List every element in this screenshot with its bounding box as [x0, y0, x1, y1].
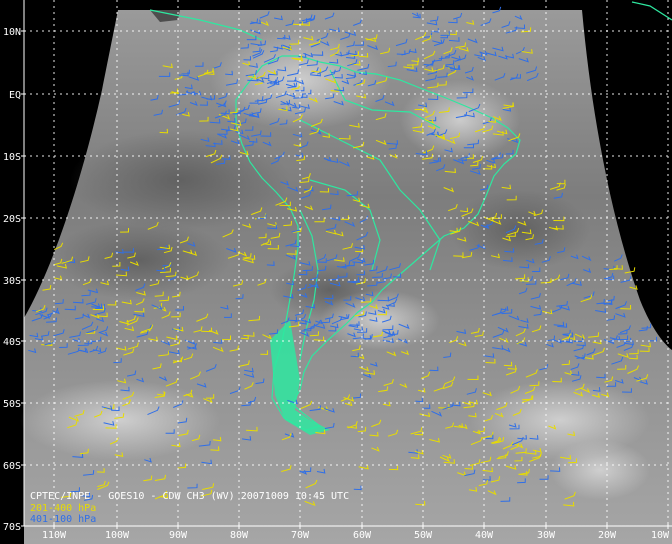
lat-tick-label: 40S [3, 337, 21, 348]
lon-tick-label: 70W [291, 530, 310, 541]
lon-tick-label: 40W [475, 530, 494, 541]
coastline-africa [631, 1, 672, 21]
latitude-axis: 10N EQ 10S 20S 30S 40S 50S 60S 70S [3, 27, 26, 533]
lon-tick-label: 100W [105, 530, 130, 541]
map-title: CPTEC/INPE - GOES10 - CDW CH3 (WV) 20071… [30, 491, 350, 502]
lon-tick-label: 80W [230, 530, 249, 541]
lat-tick-label: 10S [3, 152, 21, 163]
lon-tick-label: 90W [169, 530, 188, 541]
lat-tick-label: 60S [3, 461, 21, 472]
map-canvas: 10N EQ 10S 20S 30S 40S 50S 60S 70S 110W 100W 90W 80… [3, 0, 672, 544]
lon-tick-label: 60W [353, 530, 372, 541]
lat-tick-label: 30S [3, 276, 21, 287]
lat-tick-label: 20S [3, 214, 21, 225]
lat-tick-label: 70S [3, 522, 21, 533]
lon-tick-label: 110W [42, 530, 67, 541]
legend-entry-mid-level: 401-100 hPa [30, 514, 97, 525]
lat-tick-label: 10N [3, 27, 21, 38]
lat-tick-label: 50S [3, 399, 21, 410]
lon-tick-label: 30W [537, 530, 556, 541]
lon-tick-label: 20W [598, 530, 617, 541]
legend-entry-upper-level: 201-400 hPa [30, 503, 97, 514]
lon-tick-label: 10W [651, 530, 670, 541]
lat-tick-label: EQ [9, 90, 21, 101]
lon-tick-label: 50W [414, 530, 433, 541]
satellite-map: 10N EQ 10S 20S 30S 40S 50S 60S 70S 110W 100W 90W 80… [0, 0, 672, 544]
